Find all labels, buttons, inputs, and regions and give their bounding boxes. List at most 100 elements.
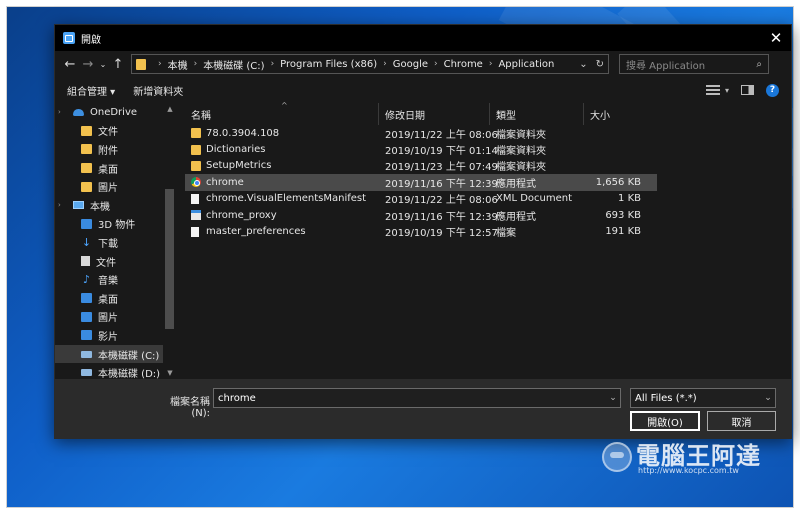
file-row[interactable]: 78.0.3904.108 2019/11/22 上午 08:06 檔案資料夾 xyxy=(185,125,657,141)
breadcrumb-separator: › xyxy=(488,59,493,69)
breadcrumb-this-pc[interactable]: 本機 xyxy=(168,57,188,72)
command-toolbar: 組合管理 ▾ 新增資料夾 ▾ ? xyxy=(55,77,791,103)
file-name-cell: Dictionaries xyxy=(185,144,379,155)
scroll-down-icon[interactable]: ▼ xyxy=(163,367,177,379)
file-name-cell: chrome xyxy=(185,177,379,188)
filename-input[interactable]: chrome ⌄ xyxy=(213,388,621,408)
forward-arrow-icon[interactable]: → xyxy=(79,54,97,74)
sidebar-item[interactable]: 圖片 xyxy=(55,308,177,327)
help-icon[interactable]: ? xyxy=(766,83,779,97)
column-header-row: ^ 名稱 修改日期 類型 大小 xyxy=(177,101,791,125)
filename-dropdown-chevron-icon[interactable]: ⌄ xyxy=(606,393,620,403)
file-name: chrome xyxy=(206,176,244,188)
breadcrumb-google[interactable]: Google xyxy=(393,59,428,70)
file-row[interactable]: Dictionaries 2019/10/19 下午 01:14 檔案資料夾 xyxy=(185,141,657,157)
sidebar-item-label: 附件 xyxy=(98,145,118,157)
cancel-button[interactable]: 取消 xyxy=(707,411,776,431)
column-header-size[interactable]: 大小 xyxy=(584,103,644,125)
back-arrow-icon[interactable]: ← xyxy=(61,54,79,74)
navigation-scrollbar[interactable]: ▲ ▼ xyxy=(163,103,177,379)
folder-icon xyxy=(191,144,201,155)
file-type: 應用程式 xyxy=(496,211,536,223)
expand-chevron-icon[interactable]: › xyxy=(58,201,61,209)
drive-icon xyxy=(81,350,92,358)
search-placeholder: 搜尋 Application xyxy=(626,60,706,72)
blue-icon xyxy=(81,311,92,322)
new-folder-button[interactable]: 新增資料夾 xyxy=(133,83,183,98)
organize-button[interactable]: 組合管理 ▾ xyxy=(67,83,115,98)
sidebar-item[interactable]: › OneDrive xyxy=(55,103,177,122)
scrollbar-thumb[interactable] xyxy=(165,189,174,329)
column-header-type[interactable]: 類型 xyxy=(490,103,584,125)
site-watermark: 電腦王阿達 http://www.kocpc.com.tw xyxy=(600,436,780,488)
sidebar-item[interactable]: 3D 物件 xyxy=(55,215,177,234)
breadcrumb-drive-c[interactable]: 本機磁碟 (C:) xyxy=(203,57,264,72)
file-row[interactable]: chrome 2019/11/16 下午 12:39 應用程式 1,656 KB xyxy=(185,174,657,191)
scroll-up-icon[interactable]: ▲ xyxy=(163,103,177,115)
file-name-cell: 78.0.3904.108 xyxy=(185,128,379,139)
file-name: Dictionaries xyxy=(206,144,266,156)
file-type: 檔案資料夾 xyxy=(496,129,546,141)
file-type: 檔案資料夾 xyxy=(496,146,546,158)
sidebar-item[interactable]: 文件 xyxy=(55,252,177,271)
file-row[interactable]: chrome_proxy 2019/11/16 下午 12:39 應用程式 693 K… xyxy=(185,207,657,223)
sidebar-item[interactable]: 本機磁碟 (C:) xyxy=(55,344,177,364)
sidebar-item[interactable]: ↓ 下載 xyxy=(55,233,177,252)
sidebar-item-label: OneDrive xyxy=(90,106,138,118)
file-type: 檔案 xyxy=(496,228,516,240)
search-icon[interactable]: ⌕ xyxy=(756,59,762,70)
dialog-title: 開啟 xyxy=(81,34,101,46)
file-name-cell: master_preferences xyxy=(185,226,379,237)
column-header-name[interactable]: 名稱 xyxy=(177,103,379,125)
breadcrumb-separator: › xyxy=(383,59,387,69)
sidebar-item[interactable]: 影片 xyxy=(55,326,177,345)
sidebar-item[interactable]: 本機磁碟 (D:) xyxy=(55,363,177,379)
folder-icon xyxy=(81,144,92,155)
recent-locations-chevron-icon[interactable]: ⌄ xyxy=(97,54,109,74)
sidebar-item[interactable]: › 本機 xyxy=(55,196,177,215)
file-name: chrome.VisualElementsManifest xyxy=(206,193,367,205)
file-name: SetupMetrics xyxy=(206,160,272,172)
address-dropdown-chevron-icon[interactable]: ⌄ xyxy=(575,59,591,70)
sidebar-item[interactable]: 附件 xyxy=(55,140,177,159)
file-row[interactable]: chrome.VisualElementsManifest 2019/11/22 … xyxy=(185,191,657,207)
sidebar-item[interactable]: 文件 xyxy=(55,122,177,141)
sidebar-item[interactable]: 圖片 xyxy=(55,177,177,196)
file-row[interactable]: SetupMetrics 2019/11/23 上午 07:49 檔案資料夾 xyxy=(185,158,657,174)
file-type-select[interactable]: All Files (*.*) ⌄ xyxy=(630,388,776,408)
refresh-icon[interactable]: ↻ xyxy=(592,59,608,70)
doc-icon xyxy=(191,226,199,237)
sidebar-item-label: 桌面 xyxy=(98,294,118,306)
sidebar-item[interactable]: ♪ 音樂 xyxy=(55,270,177,289)
file-date: 2019/11/16 下午 12:39 xyxy=(385,178,498,190)
exe-icon xyxy=(191,210,201,221)
navigation-pane: › OneDrive 文件 附件 桌面 圖片 › 本機 3D 物件 ↓ 下載 文件 ♪ 音樂 桌面 圖片 影片本… xyxy=(55,103,177,379)
blue-icon xyxy=(81,293,92,304)
file-name: chrome_proxy xyxy=(206,209,277,221)
expand-chevron-icon[interactable]: › xyxy=(58,108,61,116)
view-options-button[interactable]: ▾ xyxy=(705,85,729,95)
sidebar-item-label: 影片 xyxy=(98,331,118,343)
address-bar[interactable]: › 本機 › 本機磁碟 (C:) › Program Files (x86) ›… xyxy=(131,54,609,74)
preview-pane-icon[interactable] xyxy=(741,85,754,95)
folder-icon xyxy=(81,163,92,174)
open-button[interactable]: 開啟(O) xyxy=(630,411,700,431)
breadcrumb-separator: › xyxy=(193,59,198,69)
note-icon: ♪ xyxy=(82,273,91,287)
file-type: XML Document xyxy=(496,193,573,205)
file-row[interactable]: master_preferences 2019/10/19 下午 12:57 檔案 1… xyxy=(185,223,657,239)
file-name: 78.0.3904.108 xyxy=(206,127,280,139)
sort-ascending-icon: ^ xyxy=(281,101,288,110)
file-name-cell: chrome.VisualElementsManifest xyxy=(185,193,379,204)
up-arrow-icon[interactable]: ↑ xyxy=(109,54,127,74)
sidebar-item[interactable]: 桌面 xyxy=(55,289,177,308)
sidebar-item[interactable]: 桌面 xyxy=(55,159,177,178)
close-icon[interactable]: ✕ xyxy=(761,25,791,51)
breadcrumb-program-files[interactable]: Program Files (x86) xyxy=(280,59,377,70)
file-type-dropdown-chevron-icon[interactable]: ⌄ xyxy=(761,393,775,403)
search-input[interactable]: 搜尋 Application ⌕ xyxy=(619,54,769,74)
breadcrumb-application[interactable]: Application xyxy=(498,59,554,70)
column-header-date[interactable]: 修改日期 xyxy=(379,103,490,125)
breadcrumb-chrome[interactable]: Chrome xyxy=(444,59,483,70)
file-date: 2019/11/16 下午 12:39 xyxy=(385,211,498,223)
